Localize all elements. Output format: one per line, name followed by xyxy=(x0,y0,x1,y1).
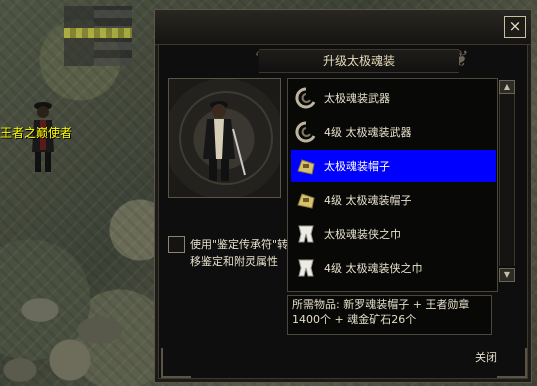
portrait-figure-icon xyxy=(203,101,246,181)
scarf-icon xyxy=(298,259,314,277)
upgrade-dialog: × ❦ ❦ 升级太极魂装 使用"鉴定传承符"转移鉴定和附灵属性 太极魂装武器 xyxy=(154,9,532,383)
inherit-talisman-checkbox[interactable] xyxy=(168,236,185,253)
scroll-down-icon[interactable]: ▼ xyxy=(499,268,515,282)
close-icon[interactable]: × xyxy=(504,16,526,38)
player-name-label: 王者之巅使者 xyxy=(0,126,73,140)
requirements-box: 所需物品: 新罗魂装帽子 + 王者勋章1400个 + 魂金矿石26个 xyxy=(287,295,492,335)
dialog-title: 升级太极魂装 xyxy=(322,54,395,68)
scarf-icon xyxy=(298,225,314,243)
character-portrait xyxy=(168,78,281,198)
list-item[interactable]: 4级 太极魂装帽子 xyxy=(291,184,496,216)
list-item-selected[interactable]: 太极魂装帽子 xyxy=(291,150,496,182)
list-item[interactable]: 4级 太极魂装侠之巾 xyxy=(291,252,496,284)
list-item[interactable]: 太极魂装武器 xyxy=(291,82,496,114)
corner-ornament xyxy=(497,348,527,378)
list-item[interactable]: 4级 太极魂装武器 xyxy=(291,116,496,148)
dialog-header-bar xyxy=(155,10,531,45)
scroll-up-icon[interactable]: ▲ xyxy=(499,80,515,94)
item-list: 太极魂装武器 4级 太极魂装武器 太极魂装帽子 4级 太极魂装帽子 太极魂装侠之… xyxy=(287,78,498,292)
hat-icon xyxy=(297,193,315,209)
weapon-ring-icon xyxy=(295,87,316,109)
corner-ornament xyxy=(161,348,191,378)
weapon-ring-icon xyxy=(295,121,316,143)
requirements-text: 所需物品: 新罗魂装帽子 + 王者勋章1400个 + 魂金矿石26个 xyxy=(292,298,470,326)
rubble-terrain xyxy=(0,270,160,386)
blurred-npc xyxy=(64,6,132,66)
scrollbar-track[interactable] xyxy=(499,94,515,266)
checkbox-label: 使用"鉴定传承符"转移鉴定和附灵属性 xyxy=(190,238,289,268)
hat-icon xyxy=(297,159,315,175)
list-item[interactable]: 太极魂装侠之巾 xyxy=(291,218,496,250)
